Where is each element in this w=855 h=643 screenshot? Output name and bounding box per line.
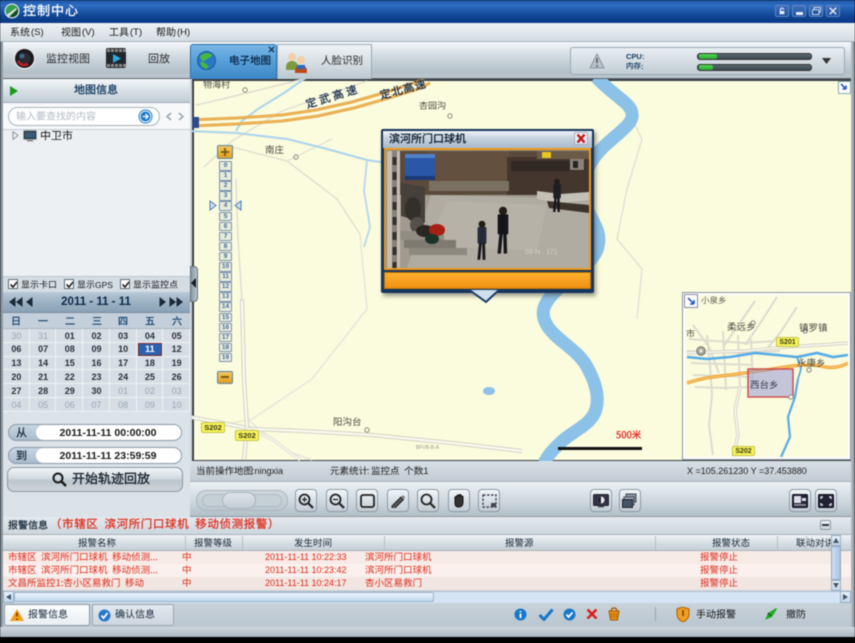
svg-text:04-N . 171: 04-N . 171: [525, 249, 558, 256]
